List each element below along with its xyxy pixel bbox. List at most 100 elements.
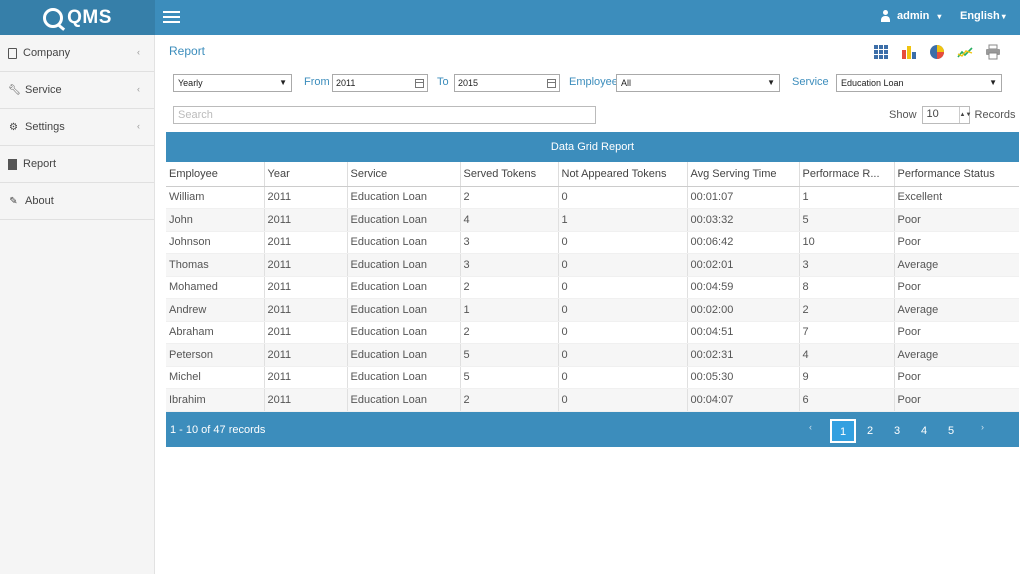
table-cell: 0 — [558, 253, 688, 277]
service-select[interactable]: Education Loan ▼ — [836, 74, 1002, 92]
table-cell: Average — [894, 298, 1019, 322]
table-cell: 2 — [799, 298, 895, 322]
sidebar-item-label: Company — [23, 47, 71, 59]
sidebar-item-service[interactable]: 🔧︎ Service ‹ — [0, 72, 154, 109]
table-cell: 0 — [558, 298, 688, 322]
hamburger-icon — [163, 11, 180, 13]
table-row[interactable]: Mohamed 2011 Education Loan 2 0 00:04:59 8 Poor — [166, 276, 1019, 299]
table-cell: Excellent — [894, 186, 1019, 209]
page-button-3[interactable]: 3 — [885, 420, 909, 442]
table-cell: 2011 — [264, 388, 348, 412]
dropdown-arrow-icon: ▼ — [989, 78, 997, 87]
table-body: William 2011 Education Loan 2 0 00:01:07 1 Exce… — [166, 186, 1019, 412]
table-cell: 1 — [558, 208, 688, 232]
search-input[interactable]: Search — [173, 106, 596, 124]
sidebar-item-label: Report — [23, 158, 57, 170]
table-cell: 00:03:32 — [687, 208, 800, 232]
column-header[interactable]: Avg Serving Time — [687, 162, 800, 187]
table-cell: 2011 — [264, 186, 348, 209]
table-cell: 8 — [799, 276, 895, 299]
table-cell: Poor — [894, 231, 1019, 254]
next-page-icon[interactable]: › — [981, 422, 984, 432]
table-row[interactable]: Ibrahim 2011 Education Loan 2 0 00:04:07 6 Poor — [166, 388, 1019, 412]
employee-select[interactable]: All ▼ — [616, 74, 780, 92]
dropdown-arrow-icon: ▼ — [279, 78, 287, 87]
table-cell: Education Loan — [347, 231, 461, 254]
table-cell: 5 — [460, 343, 559, 367]
table-cell: 0 — [558, 276, 688, 299]
data-table: Employee Year Service Served Tokens Not … — [166, 162, 1019, 412]
page-size-select[interactable]: 10 ▲▼ — [921, 106, 971, 124]
table-row[interactable]: John 2011 Education Loan 4 1 00:03:32 5 Poor — [166, 208, 1019, 232]
table-row[interactable]: Peterson 2011 Education Loan 5 0 00:02:31 4 Ave… — [166, 343, 1019, 367]
table-cell: 00:04:51 — [687, 321, 800, 344]
period-value: Yearly — [178, 78, 203, 88]
from-date-value: 2011 — [336, 78, 356, 88]
table-cell: Average — [894, 253, 1019, 277]
calendar-icon[interactable] — [547, 79, 556, 88]
table-cell: Education Loan — [347, 186, 461, 209]
sidebar-item-about[interactable]: ✎ About — [0, 183, 154, 220]
table-cell: Poor — [894, 388, 1019, 412]
page-button-5[interactable]: 5 — [939, 420, 963, 442]
table-cell: 2011 — [264, 366, 348, 389]
sidebar-item-report[interactable]: Report — [0, 146, 154, 183]
service-label: Service — [792, 76, 829, 88]
menu-toggle-button[interactable] — [163, 11, 180, 24]
table-cell: 2 — [460, 276, 559, 299]
table-cell: 5 — [799, 208, 895, 232]
table-cell: 2011 — [264, 231, 348, 254]
page-button-1[interactable]: 1 — [830, 418, 856, 443]
column-header[interactable]: Year — [264, 162, 348, 187]
service-value: Education Loan — [841, 78, 904, 88]
period-select[interactable]: Yearly ▼ — [173, 74, 292, 92]
table-row[interactable]: Abraham 2011 Education Loan 2 0 00:04:51 7 Poor — [166, 321, 1019, 344]
gear-icon: ⚙ — [9, 121, 18, 133]
table-cell: 2011 — [264, 276, 348, 299]
logo-text: QMS — [67, 6, 112, 28]
sidebar-item-settings[interactable]: ⚙ Settings ‹ — [0, 109, 154, 146]
table-cell: 00:02:01 — [687, 253, 800, 277]
print-icon[interactable] — [985, 44, 1001, 60]
user-menu[interactable]: admin ▾ — [880, 10, 941, 22]
calendar-icon[interactable] — [415, 79, 424, 88]
employee-label: Employee — [569, 76, 618, 88]
page-button-4[interactable]: 4 — [912, 420, 936, 442]
prev-page-icon[interactable]: ‹ — [809, 422, 812, 432]
table-row[interactable]: Thomas 2011 Education Loan 3 0 00:02:01 3 Avera… — [166, 253, 1019, 277]
logo-area[interactable]: QMS — [0, 0, 155, 35]
table-row[interactable]: Andrew 2011 Education Loan 1 0 00:02:00 2 Avera… — [166, 298, 1019, 322]
table-row[interactable]: Johnson 2011 Education Loan 3 0 00:06:42 10 Poo… — [166, 231, 1019, 254]
page-title: Report — [169, 44, 206, 58]
column-header[interactable]: Performace R... — [799, 162, 895, 187]
table-cell: Michel — [166, 366, 265, 389]
table-cell: 2011 — [264, 253, 348, 277]
from-label: From — [304, 76, 330, 88]
line-chart-icon[interactable] — [957, 44, 973, 60]
table-header-row: Employee Year Service Served Tokens Not … — [166, 162, 1019, 187]
from-date-input[interactable]: 2011 — [332, 74, 428, 92]
sidebar-item-company[interactable]: Company ‹ — [0, 35, 154, 72]
language-label: English — [960, 10, 1000, 22]
table-row[interactable]: Michel 2011 Education Loan 5 0 00:05:30 9 Poor — [166, 366, 1019, 389]
column-header[interactable]: Not Appeared Tokens — [558, 162, 688, 187]
filter-bar: Yearly ▼ From 2011 To 2015 Employee All … — [173, 74, 1020, 94]
bar-chart-icon[interactable] — [901, 44, 917, 60]
column-header[interactable]: Employee — [166, 162, 265, 187]
table-cell: 0 — [558, 186, 688, 209]
to-date-value: 2015 — [458, 78, 479, 88]
spinner-icon[interactable]: ▲▼ — [958, 107, 971, 123]
to-date-input[interactable]: 2015 — [454, 74, 560, 92]
pie-chart-icon[interactable] — [929, 44, 945, 60]
logo: QMS — [43, 7, 112, 29]
language-menu[interactable]: English ▾ — [960, 10, 1006, 22]
table-row[interactable]: William 2011 Education Loan 2 0 00:01:07 1 Exce… — [166, 186, 1019, 209]
column-header[interactable]: Served Tokens — [460, 162, 559, 187]
grid-icon[interactable] — [873, 44, 889, 60]
column-header[interactable]: Service — [347, 162, 461, 187]
table-cell: 4 — [460, 208, 559, 232]
page-button-2[interactable]: 2 — [858, 420, 882, 442]
records-label: Records — [974, 109, 1016, 121]
column-header[interactable]: Performance Status — [894, 162, 1019, 187]
show-label: Show — [889, 109, 917, 121]
